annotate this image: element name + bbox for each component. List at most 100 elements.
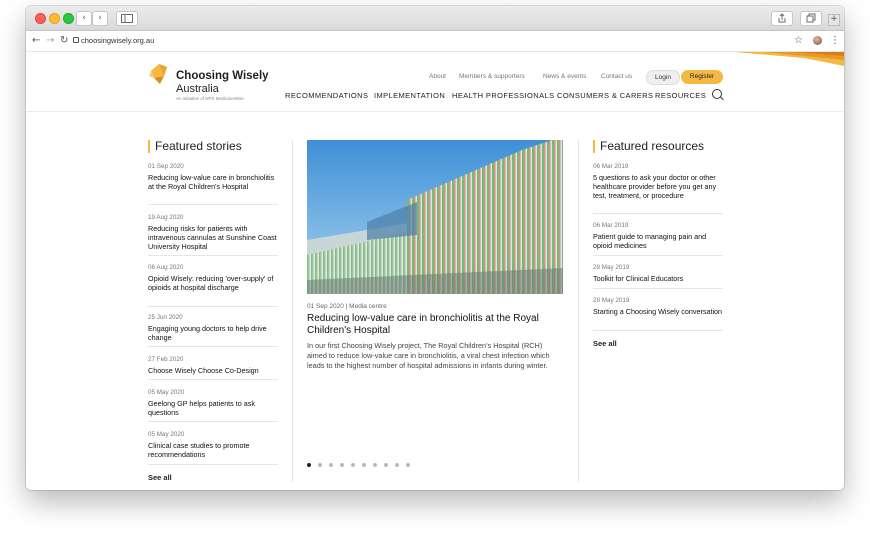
story-item[interactable]: 06 Aug 2020 Opioid Wisely: reducing 'ove… [148, 264, 278, 292]
story-date: 25 Jun 2020 [148, 314, 183, 321]
sidebar-icon [121, 14, 133, 23]
resource-title[interactable]: Patient guide to managing pain and opioi… [593, 232, 723, 250]
back-button[interactable]: ‹ [76, 11, 92, 26]
carousel-dot[interactable] [362, 463, 366, 467]
carousel-dot[interactable] [373, 463, 377, 467]
back-arrow-icon[interactable]: ← [32, 34, 40, 48]
share-icon [778, 13, 786, 23]
logo-country: Australia [176, 83, 219, 95]
divider [148, 346, 278, 347]
story-item[interactable]: 01 Sep 2020 Reducing low-value care in b… [148, 163, 278, 191]
carousel-dot[interactable] [395, 463, 399, 467]
tabs-overview-button[interactable] [800, 11, 822, 26]
divider [593, 213, 723, 214]
story-date: 05 May 2020 [148, 389, 185, 396]
plus-icon: + [830, 14, 838, 24]
carousel-dot[interactable] [384, 463, 388, 467]
resource-item[interactable]: 28 May 2019 Starting a Choosing Wisely c… [593, 297, 723, 316]
nav-health-professionals[interactable]: HEALTH PROFESSIONALS [452, 91, 554, 100]
top-link-contact[interactable]: Contact us [601, 73, 632, 80]
nav-implementation[interactable]: IMPLEMENTATION [374, 91, 445, 100]
story-item[interactable]: 05 May 2020 Clinical case studies to pro… [148, 431, 278, 459]
resource-date: 28 May 2019 [593, 297, 630, 304]
story-title[interactable]: Clinical case studies to promote recomme… [148, 441, 278, 459]
top-link-news[interactable]: News & events [543, 73, 586, 80]
top-link-about[interactable]: About [429, 73, 446, 80]
address-bar: ← → ↻ choosingwisely.org.au ☆ ⋮ [26, 31, 844, 52]
chevron-left-icon: ‹ [82, 13, 86, 23]
featured-stories-heading: Featured stories [148, 140, 242, 153]
column-divider [292, 140, 293, 482]
bookmark-star-icon[interactable]: ☆ [794, 34, 803, 48]
resource-title[interactable]: Starting a Choosing Wisely conversation [593, 307, 723, 316]
browser-menu-icon[interactable]: ⋮ [830, 34, 840, 48]
logo-mark-icon [149, 64, 167, 84]
carousel-dot[interactable] [307, 463, 311, 467]
nav-recommendations[interactable]: RECOMMENDATIONS [285, 91, 368, 100]
divider [148, 255, 278, 256]
top-link-members[interactable]: Members & supporters [459, 73, 525, 80]
story-item[interactable]: 27 Feb 2020 Choose Wisely Choose Co-Desi… [148, 356, 278, 375]
resources-see-all-link[interactable]: See all [593, 339, 617, 348]
register-button[interactable]: Register [681, 70, 723, 84]
url-field[interactable]: choosingwisely.org.au [81, 36, 154, 45]
resource-item[interactable]: 28 May 2019 Toolkit for Clinical Educato… [593, 264, 723, 283]
lock-icon [73, 37, 79, 43]
story-date: 19 Aug 2020 [148, 214, 184, 221]
reload-icon[interactable]: ↻ [60, 34, 68, 48]
search-icon[interactable] [712, 89, 722, 99]
divider [148, 306, 278, 307]
carousel-dot[interactable] [351, 463, 355, 467]
story-title[interactable]: Engaging young doctors to help drive cha… [148, 324, 278, 342]
hero-description: In our first Choosing Wisely project, Th… [307, 341, 550, 370]
column-divider [578, 140, 579, 482]
header-divider [26, 111, 844, 112]
divider [148, 421, 278, 422]
profile-avatar[interactable] [813, 36, 822, 45]
hero-title[interactable]: Reducing low-value care in bronchiolitis… [307, 313, 563, 337]
share-button[interactable] [771, 11, 793, 26]
resource-date: 06 Mar 2019 [593, 163, 629, 170]
tabs-icon [806, 13, 816, 23]
resource-title[interactable]: Toolkit for Clinical Educators [593, 274, 723, 283]
hero-image[interactable] [307, 140, 563, 294]
new-tab-button[interactable]: + [828, 14, 840, 26]
story-date: 01 Sep 2020 [148, 163, 184, 170]
hero-meta: 01 Sep 2020 | Media centre [307, 303, 387, 310]
story-title[interactable]: Choose Wisely Choose Co-Design [148, 366, 278, 375]
resource-item[interactable]: 06 Mar 2019 5 questions to ask your doct… [593, 163, 723, 200]
carousel-dot[interactable] [340, 463, 344, 467]
forward-arrow-icon[interactable]: → [46, 34, 54, 48]
resource-date: 28 May 2019 [593, 264, 630, 271]
minimize-window-button[interactable] [49, 13, 60, 24]
story-item[interactable]: 19 Aug 2020 Reducing risks for patients … [148, 214, 278, 251]
story-date: 27 Feb 2020 [148, 356, 184, 363]
carousel-dot[interactable] [329, 463, 333, 467]
story-item[interactable]: 05 May 2020 Geelong GP helps patients to… [148, 389, 278, 417]
resource-item[interactable]: 06 Mar 2019 Patient guide to managing pa… [593, 222, 723, 250]
hospital-building-image [307, 140, 563, 294]
divider [593, 330, 723, 331]
story-item[interactable]: 25 Jun 2020 Engaging young doctors to he… [148, 314, 278, 342]
resource-date: 06 Mar 2019 [593, 222, 629, 229]
sidebar-toggle-button[interactable] [116, 11, 138, 26]
nav-resources[interactable]: RESOURCES [655, 91, 706, 100]
forward-button[interactable]: › [92, 11, 108, 26]
stories-see-all-link[interactable]: See all [148, 473, 172, 482]
story-title[interactable]: Reducing risks for patients with intrave… [148, 224, 278, 251]
resource-title[interactable]: 5 questions to ask your doctor or other … [593, 173, 723, 200]
story-title[interactable]: Opioid Wisely: reducing 'over-supply' of… [148, 274, 278, 292]
zoom-window-button[interactable] [63, 13, 74, 24]
logo-name: Choosing Wisely [176, 70, 269, 82]
login-button[interactable]: Login [646, 70, 680, 85]
close-window-button[interactable] [35, 13, 46, 24]
story-date: 05 May 2020 [148, 431, 185, 438]
carousel-dot[interactable] [318, 463, 322, 467]
carousel-dot[interactable] [406, 463, 410, 467]
story-title[interactable]: Reducing low-value care in bronchiolitis… [148, 173, 278, 191]
story-title[interactable]: Geelong GP helps patients to ask questio… [148, 399, 278, 417]
divider [593, 255, 723, 256]
featured-resources-heading: Featured resources [593, 140, 704, 153]
divider [593, 288, 723, 289]
nav-consumers-carers[interactable]: CONSUMERS & CARERS [557, 91, 653, 100]
